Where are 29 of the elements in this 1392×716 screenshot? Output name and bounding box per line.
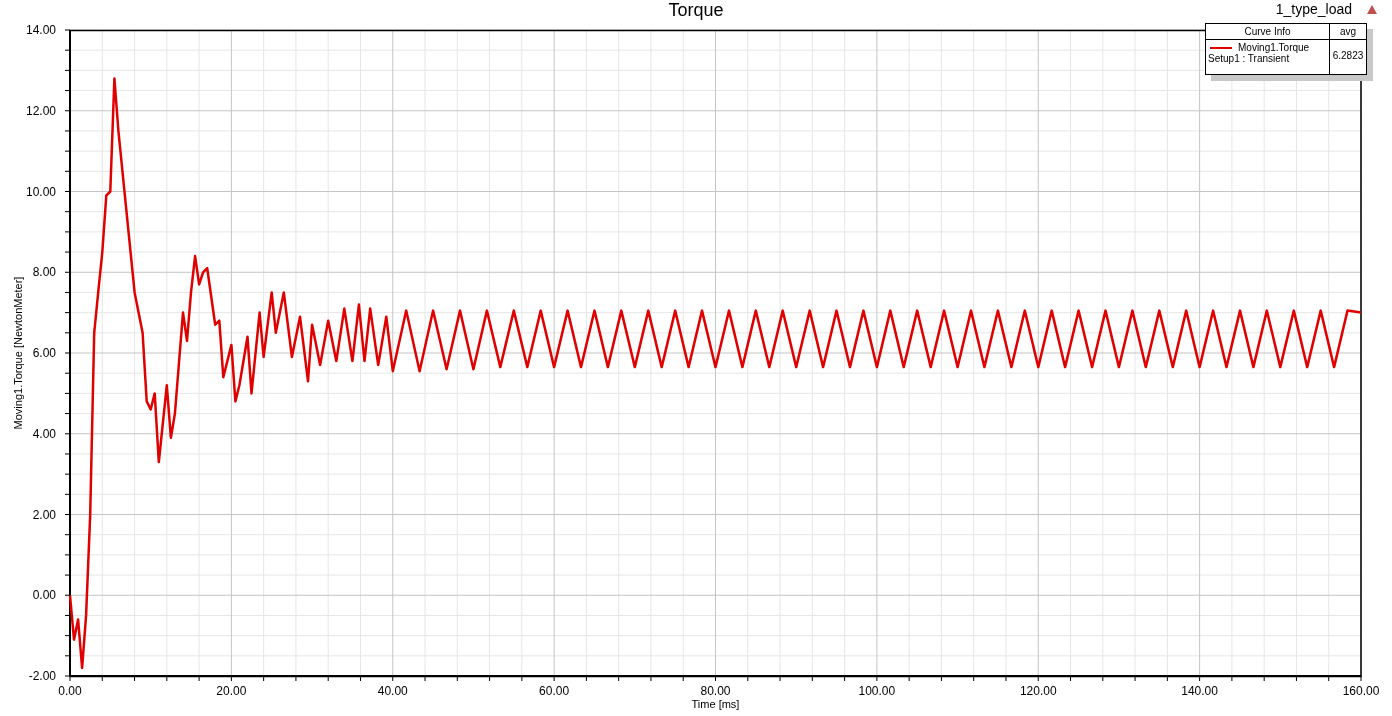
chart-title: Torque: [668, 0, 724, 20]
legend-line-icon: [1210, 46, 1232, 49]
legend-header: avg: [1330, 24, 1366, 40]
y-tick-label: 6.00: [32, 346, 56, 360]
curve-name: Moving1.Torque: [1238, 42, 1310, 53]
x-tick-label: 0.00: [58, 684, 82, 698]
x-tick-label: 140.00: [1181, 684, 1218, 698]
y-tick-label: -2.00: [28, 669, 56, 683]
y-tick-label: 14.00: [25, 23, 56, 37]
y-tick-label: 12.00: [25, 103, 56, 118]
x-axis-title: Time [ms]: [691, 698, 740, 710]
logo-icon: [1367, 5, 1377, 14]
y-tick-label: 0.00: [32, 588, 56, 603]
y-tick-label: 2.00: [32, 507, 56, 522]
y-axis-title: Moving1.Torque [NewtonMeter]: [12, 276, 24, 430]
setup-name: Setup1 : Transient: [1208, 53, 1290, 64]
x-tick-label: 120.00: [1019, 684, 1057, 698]
x-tick-label: 60.00: [539, 684, 570, 698]
avg-value: 6.2823: [1332, 49, 1364, 61]
x-tick-label: 160.00: [1342, 684, 1380, 698]
y-tick-label: 10.00: [25, 184, 56, 199]
legend-header: Curve Info: [1206, 24, 1330, 40]
design-name: 1_type_load: [1275, 1, 1352, 17]
x-tick-label: 20.00: [216, 684, 247, 698]
x-tick-label: 40.00: [377, 684, 408, 698]
y-tick-label: 4.00: [32, 426, 56, 441]
y-tick-label: 8.00: [32, 265, 56, 280]
x-tick-label: 80.00: [700, 684, 731, 698]
x-tick-label: 100.00: [858, 684, 896, 698]
